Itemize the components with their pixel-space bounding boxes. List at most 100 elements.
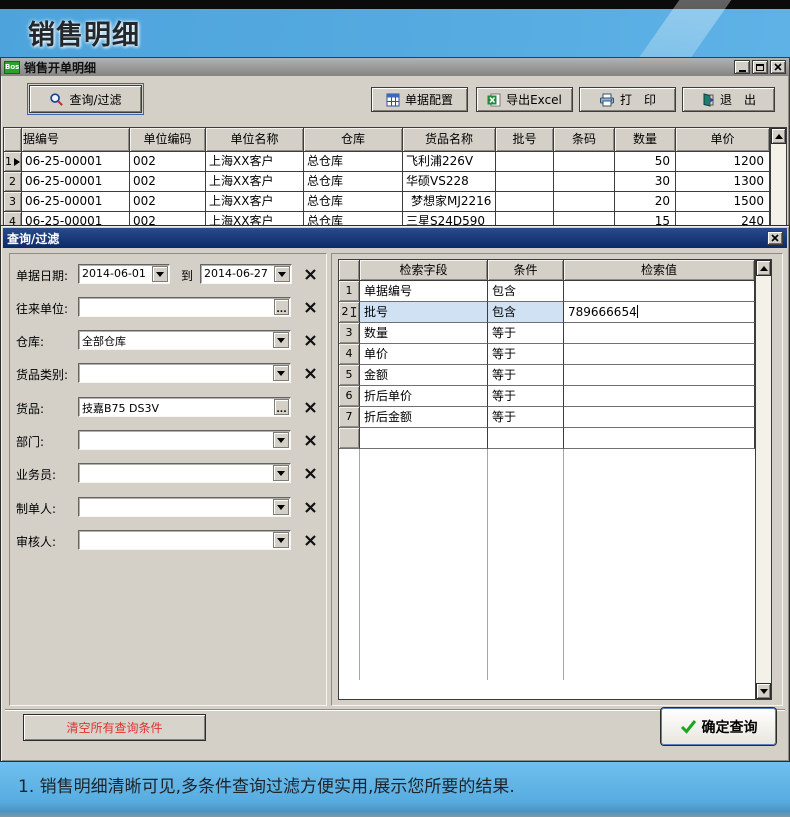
criteria-cond-cell[interactable]: 等于 (488, 323, 564, 344)
criteria-value-cell[interactable] (564, 365, 755, 386)
criteria-value-cell[interactable] (564, 407, 755, 428)
dropdown-button[interactable] (273, 465, 289, 481)
col-unit-code[interactable]: 单位编码 (130, 128, 206, 152)
criteria-field-cell[interactable]: 折后单价 (360, 386, 488, 407)
clear-warehouse-button[interactable] (302, 332, 318, 348)
category-select[interactable] (78, 363, 291, 383)
criteria-empty-row[interactable] (339, 428, 755, 449)
confirm-query-button[interactable]: 确定查询 (661, 708, 776, 745)
table-row[interactable]: 3 06-25-00001 002 上海XX客户 总仓库 梦想家MJ2216 2… (4, 192, 770, 212)
dropdown-button[interactable] (273, 365, 289, 381)
criteria-field-cell[interactable]: 金额 (360, 365, 488, 386)
criteria-row[interactable]: 4 单价 等于 (339, 344, 755, 365)
dialog-close-button[interactable] (767, 231, 783, 245)
criteria-row[interactable]: 5 金额 等于 (339, 365, 755, 386)
criteria-cond-cell[interactable]: 等于 (488, 344, 564, 365)
criteria-col-value[interactable]: 检索值 (564, 260, 755, 281)
print-button[interactable]: 打 印 (579, 87, 676, 112)
criteria-field-cell[interactable]: 单价 (360, 344, 488, 365)
criteria-row-number[interactable]: 2 (339, 302, 360, 323)
query-filter-button[interactable]: 查询/过滤 (27, 83, 144, 115)
row-number[interactable]: 3 (4, 192, 22, 212)
col-barcode[interactable]: 条码 (554, 128, 615, 152)
dropdown-button[interactable] (152, 266, 168, 282)
export-excel-button[interactable]: 导出Excel (476, 87, 573, 112)
window-titlebar[interactable]: Bos 销售开单明细 (1, 58, 789, 76)
row-number[interactable]: 2 (4, 172, 22, 192)
table-vertical-scrollbar[interactable] (770, 128, 786, 231)
dropdown-button[interactable] (273, 532, 289, 548)
criteria-row-number[interactable]: 5 (339, 365, 360, 386)
clear-product-button[interactable] (302, 399, 318, 415)
clear-salesman-button[interactable] (302, 465, 318, 481)
scroll-down-button[interactable] (756, 683, 771, 699)
table-row[interactable]: 2 06-25-00001 002 上海XX客户 总仓库 华硕VS228 30 … (4, 172, 770, 192)
lookup-ellipsis-button[interactable]: ... (274, 399, 289, 415)
criteria-row[interactable]: 1 单据编号 包含 (339, 281, 755, 302)
criteria-cond-cell[interactable]: 等于 (488, 407, 564, 428)
dropdown-button[interactable] (274, 266, 290, 282)
criteria-value-cell[interactable] (564, 344, 755, 365)
dropdown-button[interactable] (273, 499, 289, 515)
table-row[interactable]: 1 06-25-00001 002 上海XX客户 总仓库 飞利浦226V 50 … (4, 152, 770, 172)
criteria-cond-cell[interactable]: 等于 (488, 365, 564, 386)
clear-creator-button[interactable] (302, 499, 318, 515)
scroll-up-button[interactable] (756, 260, 771, 276)
col-price[interactable]: 单价 (676, 128, 770, 152)
criteria-row-number[interactable]: 6 (339, 386, 360, 407)
criteria-row[interactable]: 3 数量 等于 (339, 323, 755, 344)
creator-select[interactable] (78, 497, 291, 517)
criteria-row-number[interactable]: 3 (339, 323, 360, 344)
criteria-field-cell[interactable]: 数量 (360, 323, 488, 344)
row-number[interactable]: 1 (4, 152, 22, 172)
clear-department-button[interactable] (302, 432, 318, 448)
criteria-vertical-scrollbar[interactable] (755, 260, 771, 699)
col-qty[interactable]: 数量 (615, 128, 676, 152)
criteria-value-cell[interactable] (564, 386, 755, 407)
close-button[interactable] (770, 60, 786, 74)
criteria-value-cell[interactable] (564, 281, 755, 302)
lookup-ellipsis-button[interactable]: ... (274, 299, 289, 315)
criteria-cond-cell[interactable]: 包含 (488, 302, 564, 323)
criteria-col-field[interactable]: 检索字段 (360, 260, 488, 281)
department-select[interactable] (78, 430, 291, 450)
dropdown-button[interactable] (273, 332, 289, 348)
criteria-value-cell[interactable] (564, 323, 755, 344)
criteria-col-cond[interactable]: 条件 (488, 260, 564, 281)
criteria-cond-cell[interactable]: 等于 (488, 386, 564, 407)
clear-all-conditions-button[interactable]: 清空所有查询条件 (23, 714, 206, 741)
dropdown-button[interactable] (273, 432, 289, 448)
clear-date-button[interactable] (302, 266, 318, 282)
criteria-value-input[interactable]: 789666654 (564, 302, 755, 323)
scroll-up-button[interactable] (771, 128, 786, 144)
clear-category-button[interactable] (302, 365, 318, 381)
criteria-row-number[interactable]: 1 (339, 281, 360, 302)
criteria-row[interactable]: 6 折后单价 等于 (339, 386, 755, 407)
col-batch[interactable]: 批号 (496, 128, 554, 152)
clear-auditor-button[interactable] (302, 532, 318, 548)
product-lookup-input[interactable]: 技嘉B75 DS3V ... (78, 397, 291, 417)
minimize-button[interactable] (734, 60, 750, 74)
exit-button[interactable]: 退 出 (682, 87, 775, 112)
col-warehouse[interactable]: 仓库 (304, 128, 403, 152)
criteria-row-selected[interactable]: 2 批号 包含 789666654 (339, 302, 755, 323)
salesman-select[interactable] (78, 463, 291, 483)
maximize-button[interactable] (752, 60, 768, 74)
criteria-field-cell[interactable]: 批号 (360, 302, 488, 323)
criteria-cond-cell[interactable]: 包含 (488, 281, 564, 302)
col-product[interactable]: 货品名称 (403, 128, 496, 152)
partner-lookup-input[interactable]: ... (78, 297, 291, 317)
criteria-row-number[interactable]: 7 (339, 407, 360, 428)
col-doc-no[interactable]: 据编号 (22, 128, 130, 152)
criteria-row-number[interactable]: 4 (339, 344, 360, 365)
clear-partner-button[interactable] (302, 299, 318, 315)
col-unit-name[interactable]: 单位名称 (206, 128, 304, 152)
doc-config-button[interactable]: 单据配置 (371, 87, 468, 112)
auditor-select[interactable] (78, 530, 291, 550)
criteria-row[interactable]: 7 折后金额 等于 (339, 407, 755, 428)
date-from-combobox[interactable]: 2014-06-01 (78, 264, 170, 284)
warehouse-select[interactable]: 全部仓库 (78, 330, 291, 350)
dialog-titlebar[interactable]: 查询/过滤 (3, 228, 787, 248)
date-to-combobox[interactable]: 2014-06-27 (200, 264, 292, 284)
criteria-field-cell[interactable]: 单据编号 (360, 281, 488, 302)
